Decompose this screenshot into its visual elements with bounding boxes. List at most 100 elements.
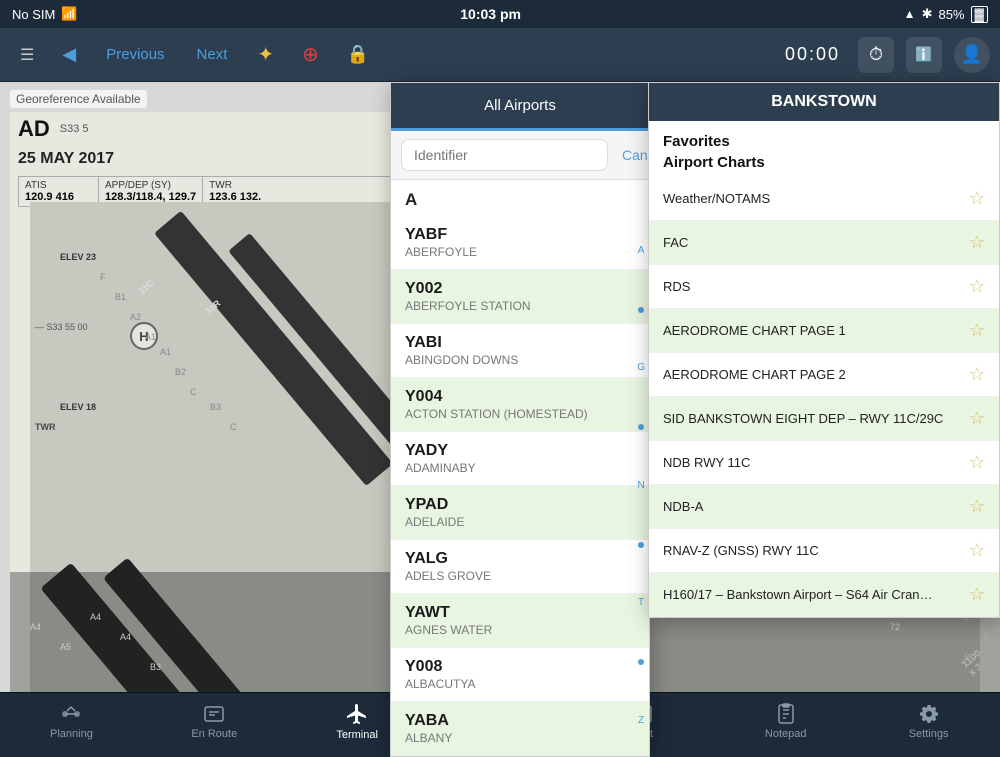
chart-item[interactable]: AERODROME CHART PAGE 2 ☆ xyxy=(649,353,999,397)
chart-item[interactable]: RNAV-Z (GNSS) RWY 11C ☆ xyxy=(649,529,999,573)
chart-item[interactable]: NDB RWY 11C ☆ xyxy=(649,441,999,485)
alpha-letter[interactable]: N xyxy=(637,480,645,492)
lock-icon: 🔒 xyxy=(347,44,369,65)
brightness-button[interactable]: ✦ xyxy=(247,36,284,73)
profile-icon: 👤 xyxy=(961,44,983,65)
airport-code: Y004 xyxy=(405,388,635,406)
star-icon[interactable]: ☆ xyxy=(969,276,985,297)
star-icon[interactable]: ☆ xyxy=(969,452,985,473)
time-label: 10:03 pm xyxy=(460,6,521,22)
airport-code: YABA xyxy=(405,712,635,730)
alpha-letter[interactable]: T xyxy=(637,597,645,609)
airport-code: YABI xyxy=(405,334,635,352)
airport-name: ALBACUTYA xyxy=(405,677,635,691)
elev23-label: ELEV 23 xyxy=(60,252,96,262)
chart-item-name: H160/17 – Bankstown Airport – S64 Air Cr… xyxy=(663,587,969,602)
chart-item[interactable]: AERODROME CHART PAGE 1 ☆ xyxy=(649,309,999,353)
airport-code: YPAD xyxy=(405,496,635,514)
chart-item-name: RDS xyxy=(663,279,969,294)
star-icon[interactable]: ☆ xyxy=(969,364,985,385)
charts-section-title: Favorites Airport Charts xyxy=(649,121,999,177)
airport-item[interactable]: YABI ABINGDON DOWNS xyxy=(391,324,649,378)
airport-name: ABINGDON DOWNS xyxy=(405,353,635,367)
airport-item[interactable]: Y008 ALBACUTYA xyxy=(391,648,649,702)
chart-item-name: AERODROME CHART PAGE 2 xyxy=(663,367,969,382)
target-button[interactable]: ⊕ xyxy=(292,36,329,73)
alpha-dot xyxy=(638,542,644,548)
back-button[interactable]: ◀ xyxy=(52,38,86,71)
previous-button[interactable]: Previous xyxy=(94,40,176,69)
georeference-label: Georeference Available xyxy=(10,90,147,108)
chart-item[interactable]: Weather/NOTAMS ☆ xyxy=(649,177,999,221)
nav-item-settings[interactable]: Settings xyxy=(857,693,1000,750)
airport-item[interactable]: YADY ADAMINABY xyxy=(391,432,649,486)
airport-item[interactable]: Y004 ACTON STATION (HOMESTEAD) xyxy=(391,378,649,432)
notepad-icon xyxy=(775,703,797,725)
airport-code: YAWT xyxy=(405,604,635,622)
alpha-dot xyxy=(638,659,644,665)
airport-item[interactable]: Y002 ABERFOYLE STATION xyxy=(391,270,649,324)
star-icon[interactable]: ☆ xyxy=(969,584,985,605)
nav-label-notepad: Notepad xyxy=(765,728,807,740)
chart-item[interactable]: H160/17 – Bankstown Airport – S64 Air Cr… xyxy=(649,573,999,617)
star-icon[interactable]: ☆ xyxy=(969,496,985,517)
nav-item-enroute[interactable]: En Route xyxy=(143,693,286,750)
chart-item[interactable]: SID BANKSTOWN EIGHT DEP – RWY 11C/29C ☆ xyxy=(649,397,999,441)
alpha-dot xyxy=(638,307,644,313)
airport-item[interactable]: YPAD ADELAIDE xyxy=(391,486,649,540)
star-icon[interactable]: ☆ xyxy=(969,320,985,341)
chart-item[interactable]: NDB-A ☆ xyxy=(649,485,999,529)
wifi-icon: 📶 xyxy=(61,6,77,22)
airports-dropdown: All Airports Cancel A YABF ABERFOYLE Y00… xyxy=(390,82,650,757)
airport-name: ALBANY xyxy=(405,731,635,745)
all-airports-tab[interactable]: All Airports xyxy=(391,83,649,131)
next-button[interactable]: Next xyxy=(185,40,240,69)
airport-name: ADELS GROVE xyxy=(405,569,635,583)
alpha-letter[interactable]: A xyxy=(637,245,645,257)
chart-item-name: NDB RWY 11C xyxy=(663,455,969,470)
chart-item-name: SID BANKSTOWN EIGHT DEP – RWY 11C/29C xyxy=(663,411,969,426)
star-icon[interactable]: ☆ xyxy=(969,188,985,209)
status-bar: No SIM 📶 10:03 pm ▲ ✱ 85% ▓ xyxy=(0,0,1000,28)
airport-list[interactable]: YABF ABERFOYLE Y002 ABERFOYLE STATION YA… xyxy=(391,216,649,756)
hamburger-button[interactable]: ☰ xyxy=(10,39,44,71)
alpha-letter[interactable]: G xyxy=(637,362,645,374)
star-icon[interactable]: ☆ xyxy=(969,232,985,253)
airport-name: AGNES WATER xyxy=(405,623,635,637)
star-icon[interactable]: ☆ xyxy=(969,540,985,561)
lock-button[interactable]: 🔒 xyxy=(337,38,379,71)
main-content: Georeference Available AD S33 5 25 MAY 2… xyxy=(0,82,1000,692)
timer-button[interactable]: ⏱ xyxy=(858,37,894,73)
airport-item[interactable]: YAWT AGNES WATER xyxy=(391,594,649,648)
nav-label-planning: Planning xyxy=(50,728,93,740)
alpha-letter[interactable]: Z xyxy=(637,715,645,727)
nav-label-terminal: Terminal xyxy=(336,729,378,741)
star-icon[interactable]: ☆ xyxy=(969,408,985,429)
section-a-header: A xyxy=(391,180,649,216)
chart-item[interactable]: RDS ☆ xyxy=(649,265,999,309)
carrier-label: No SIM xyxy=(12,7,55,22)
airport-tabs: All Airports xyxy=(391,83,649,131)
runway-11c xyxy=(154,211,393,486)
chart-item-name: NDB-A xyxy=(663,499,969,514)
profile-button[interactable]: 👤 xyxy=(954,37,990,73)
chart-item-name: FAC xyxy=(663,235,969,250)
airport-name: ABERFOYLE xyxy=(405,245,635,259)
airport-code: YALG xyxy=(405,550,635,568)
chart-items-container[interactable]: Weather/NOTAMS ☆ FAC ☆ RDS ☆ AERODROME C… xyxy=(649,177,999,617)
nav-item-planning[interactable]: Planning xyxy=(0,693,143,750)
airport-code: YADY xyxy=(405,442,635,460)
back-icon: ◀ xyxy=(62,44,76,65)
nav-item-notepad[interactable]: Notepad xyxy=(714,693,857,750)
timer-icon: ⏱ xyxy=(869,44,883,65)
search-input[interactable] xyxy=(401,139,608,171)
status-right: ▲ ✱ 85% ▓ xyxy=(904,6,988,23)
chart-item[interactable]: FAC ☆ xyxy=(649,221,999,265)
brightness-icon: ✦ xyxy=(257,42,274,67)
airport-item[interactable]: YABF ABERFOYLE xyxy=(391,216,649,270)
charts-panel-header: BANKSTOWN xyxy=(649,83,999,121)
info-button[interactable]: ℹ️ xyxy=(906,37,942,73)
airport-item[interactable]: YABA ALBANY xyxy=(391,702,649,756)
airport-item[interactable]: YALG ADELS GROVE xyxy=(391,540,649,594)
airport-code: Y002 xyxy=(405,280,635,298)
